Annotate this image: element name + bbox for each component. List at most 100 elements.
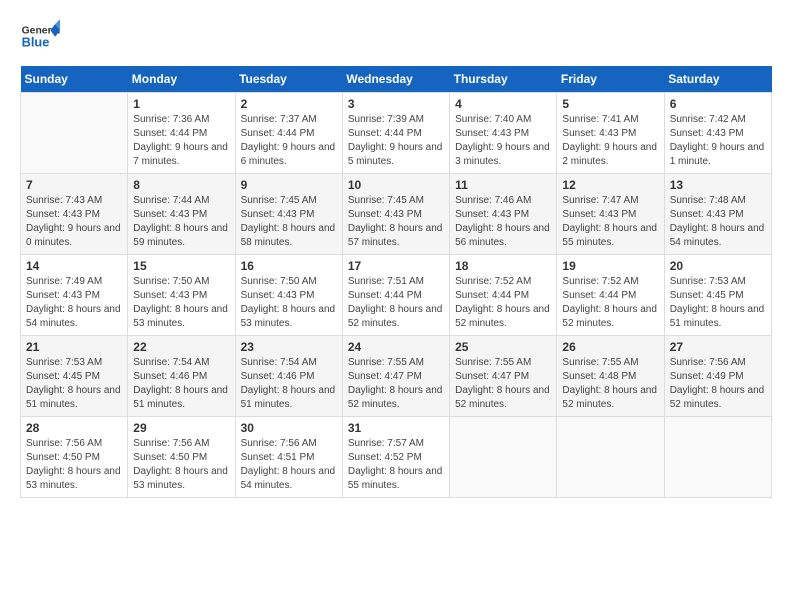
weekday-header-tuesday: Tuesday	[235, 66, 342, 93]
weekday-header-sunday: Sunday	[21, 66, 128, 93]
calendar-day-cell: 28Sunrise: 7:56 AMSunset: 4:50 PMDayligh…	[21, 417, 128, 498]
calendar-day-cell: 4 Sunrise: 7:40 AMSunset: 4:43 PMDaylight…	[450, 93, 557, 174]
calendar-day-cell: 15 Sunrise: 7:50 AMSunset: 4:43 PMDayligh…	[128, 255, 235, 336]
day-number: 19	[562, 259, 658, 273]
calendar-day-cell	[664, 417, 771, 498]
day-number: 12	[562, 178, 658, 192]
day-info: Sunrise: 7:46 AMSunset: 4:43 PMDaylight:…	[455, 194, 551, 250]
day-number: 18	[455, 259, 551, 273]
day-info: Sunrise: 7:56 AMSunset: 4:49 PMDaylight:…	[670, 356, 766, 412]
day-number: 4	[455, 97, 551, 111]
calendar-day-cell	[450, 417, 557, 498]
calendar-week-row: 28 Sunrise: 7:56 AMSunset: 4:50 PMDayligh…	[21, 417, 772, 498]
day-info: Sunrise: 7:44 AMSunset: 4:43 PMDaylight:…	[133, 194, 229, 250]
calendar-day-cell: 3 Sunrise: 7:39 AMSunset: 4:44 PMDaylight…	[342, 93, 449, 174]
day-number: 28	[26, 421, 122, 435]
header: General Blue	[20, 16, 772, 56]
day-number: 27	[670, 340, 766, 354]
day-number: 3	[348, 97, 444, 111]
day-number: 29	[133, 421, 229, 435]
day-info: Sunrise: 7:45 AMSunset: 4:43 PMDaylight:…	[348, 194, 444, 250]
day-info: Sunrise: 7:56 AMSunset: 4:50 PMDaylight:…	[133, 437, 229, 493]
day-info: Sunrise: 7:53 AMSunset: 4:45 PMDaylight:…	[26, 356, 122, 412]
day-number: 26	[562, 340, 658, 354]
calendar-day-cell: 30 Sunrise: 7:56 AMSunset: 4:51 PMDayligh…	[235, 417, 342, 498]
day-number: 8	[133, 178, 229, 192]
calendar-day-cell: 24 Sunrise: 7:55 AMSunset: 4:47 PMDayligh…	[342, 336, 449, 417]
weekday-header-saturday: Saturday	[664, 66, 771, 93]
day-number: 2	[241, 97, 337, 111]
calendar-day-cell: 29 Sunrise: 7:56 AMSunset: 4:50 PMDayligh…	[128, 417, 235, 498]
day-number: 30	[241, 421, 337, 435]
calendar-day-cell: 23Sunrise: 7:54 AMSunset: 4:46 PMDayligh…	[235, 336, 342, 417]
calendar-day-cell: 17Sunrise: 7:51 AMSunset: 4:44 PMDayligh…	[342, 255, 449, 336]
day-info: Sunrise: 7:43 AMSunset: 4:43 PMDaylight:…	[26, 194, 122, 250]
calendar-header-row: SundayMondayTuesdayWednesdayThursdayFrid…	[21, 66, 772, 93]
day-info: Sunrise: 7:49 AMSunset: 4:43 PMDaylight:…	[26, 275, 122, 331]
calendar-day-cell: 26 Sunrise: 7:55 AMSunset: 4:48 PMDayligh…	[557, 336, 664, 417]
weekday-header-wednesday: Wednesday	[342, 66, 449, 93]
day-number: 6	[670, 97, 766, 111]
calendar-day-cell	[21, 93, 128, 174]
weekday-header-monday: Monday	[128, 66, 235, 93]
day-number: 14	[26, 259, 122, 273]
calendar-day-cell: 5 Sunrise: 7:41 AMSunset: 4:43 PMDaylight…	[557, 93, 664, 174]
day-info: Sunrise: 7:50 AMSunset: 4:43 PMDaylight:…	[241, 275, 337, 331]
calendar-day-cell: 10 Sunrise: 7:45 AMSunset: 4:43 PMDayligh…	[342, 174, 449, 255]
calendar-day-cell: 12 Sunrise: 7:47 AMSunset: 4:43 PMDayligh…	[557, 174, 664, 255]
day-number: 10	[348, 178, 444, 192]
calendar-day-cell: 6 Sunrise: 7:42 AMSunset: 4:43 PMDaylight…	[664, 93, 771, 174]
calendar-day-cell: 18Sunrise: 7:52 AMSunset: 4:44 PMDayligh…	[450, 255, 557, 336]
day-info: Sunrise: 7:37 AMSunset: 4:44 PMDaylight:…	[241, 113, 337, 169]
calendar-week-row: 1Sunrise: 7:36 AMSunset: 4:44 PMDaylight…	[21, 93, 772, 174]
day-info: Sunrise: 7:41 AMSunset: 4:43 PMDaylight:…	[562, 113, 658, 169]
day-number: 5	[562, 97, 658, 111]
day-info: Sunrise: 7:56 AMSunset: 4:51 PMDaylight:…	[241, 437, 337, 493]
calendar-day-cell: 25 Sunrise: 7:55 AMSunset: 4:47 PMDayligh…	[450, 336, 557, 417]
day-number: 13	[670, 178, 766, 192]
calendar-day-cell: 11 Sunrise: 7:46 AMSunset: 4:43 PMDayligh…	[450, 174, 557, 255]
day-info: Sunrise: 7:48 AMSunset: 4:43 PMDaylight:…	[670, 194, 766, 250]
calendar-day-cell: 7 Sunrise: 7:43 AMSunset: 4:43 PMDaylight…	[21, 174, 128, 255]
calendar-day-cell: 1Sunrise: 7:36 AMSunset: 4:44 PMDaylight…	[128, 93, 235, 174]
day-number: 7	[26, 178, 122, 192]
calendar-day-cell: 22 Sunrise: 7:54 AMSunset: 4:46 PMDayligh…	[128, 336, 235, 417]
day-info: Sunrise: 7:54 AMSunset: 4:46 PMDaylight:…	[133, 356, 229, 412]
calendar-day-cell: 9Sunrise: 7:45 AMSunset: 4:43 PMDaylight…	[235, 174, 342, 255]
calendar-table: SundayMondayTuesdayWednesdayThursdayFrid…	[20, 66, 772, 498]
calendar-day-cell: 8 Sunrise: 7:44 AMSunset: 4:43 PMDaylight…	[128, 174, 235, 255]
day-number: 24	[348, 340, 444, 354]
day-number: 22	[133, 340, 229, 354]
page: General Blue SundayMondayTuesdayWednesda…	[0, 0, 792, 612]
day-info: Sunrise: 7:47 AMSunset: 4:43 PMDaylight:…	[562, 194, 658, 250]
day-info: Sunrise: 7:52 AMSunset: 4:44 PMDaylight:…	[562, 275, 658, 331]
day-info: Sunrise: 7:55 AMSunset: 4:47 PMDaylight:…	[348, 356, 444, 412]
weekday-header-thursday: Thursday	[450, 66, 557, 93]
calendar-day-cell: 13 Sunrise: 7:48 AMSunset: 4:43 PMDayligh…	[664, 174, 771, 255]
day-number: 15	[133, 259, 229, 273]
calendar-day-cell: 20Sunrise: 7:53 AMSunset: 4:45 PMDayligh…	[664, 255, 771, 336]
day-info: Sunrise: 7:53 AMSunset: 4:45 PMDaylight:…	[670, 275, 766, 331]
day-number: 9	[241, 178, 337, 192]
day-info: Sunrise: 7:55 AMSunset: 4:47 PMDaylight:…	[455, 356, 551, 412]
calendar-day-cell	[557, 417, 664, 498]
weekday-header-friday: Friday	[557, 66, 664, 93]
day-info: Sunrise: 7:50 AMSunset: 4:43 PMDaylight:…	[133, 275, 229, 331]
day-number: 31	[348, 421, 444, 435]
day-info: Sunrise: 7:57 AMSunset: 4:52 PMDaylight:…	[348, 437, 444, 493]
day-info: Sunrise: 7:55 AMSunset: 4:48 PMDaylight:…	[562, 356, 658, 412]
calendar-week-row: 14 Sunrise: 7:49 AMSunset: 4:43 PMDayligh…	[21, 255, 772, 336]
day-number: 11	[455, 178, 551, 192]
day-number: 25	[455, 340, 551, 354]
calendar-day-cell: 16Sunrise: 7:50 AMSunset: 4:43 PMDayligh…	[235, 255, 342, 336]
day-number: 23	[241, 340, 337, 354]
day-info: Sunrise: 7:40 AMSunset: 4:43 PMDaylight:…	[455, 113, 551, 169]
day-info: Sunrise: 7:42 AMSunset: 4:43 PMDaylight:…	[670, 113, 766, 169]
calendar-day-cell: 2 Sunrise: 7:37 AMSunset: 4:44 PMDaylight…	[235, 93, 342, 174]
day-number: 1	[133, 97, 229, 111]
calendar-day-cell: 14 Sunrise: 7:49 AMSunset: 4:43 PMDayligh…	[21, 255, 128, 336]
calendar-day-cell: 27 Sunrise: 7:56 AMSunset: 4:49 PMDayligh…	[664, 336, 771, 417]
calendar-week-row: 21Sunrise: 7:53 AMSunset: 4:45 PMDayligh…	[21, 336, 772, 417]
day-info: Sunrise: 7:39 AMSunset: 4:44 PMDaylight:…	[348, 113, 444, 169]
day-number: 17	[348, 259, 444, 273]
